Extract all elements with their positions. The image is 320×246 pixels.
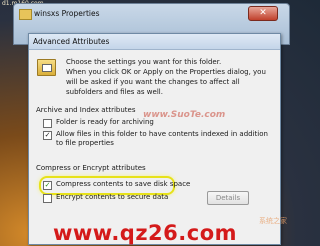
encrypt-checkbox[interactable] [43, 194, 52, 203]
compress-checkbox[interactable]: ✓ [43, 181, 52, 190]
folder-properties-icon [37, 59, 56, 76]
footer-url: www.qz26.com [52, 221, 238, 245]
advanced-attributes-dialog: Advanced Attributes Choose the settings … [28, 33, 281, 245]
checkbox-label: Folder is ready for archiving [56, 118, 154, 126]
compress-group-label: Compress or Encrypt attributes [36, 164, 146, 172]
window-title: winsxs Properties [34, 9, 100, 18]
archive-checkbox[interactable] [43, 119, 52, 128]
archive-group-label: Archive and Index attributes [36, 106, 136, 114]
details-button[interactable]: Details [207, 191, 249, 205]
intro-line: Choose the settings you want for this fo… [66, 58, 222, 66]
intro-line: When you click OK or Apply on the Proper… [66, 68, 266, 96]
watermark: www.SuoTe.com [143, 110, 226, 120]
encrypt-checkbox-row[interactable]: Encrypt contents to secure data [43, 193, 168, 203]
compress-checkbox-row[interactable]: ✓ Compress contents to save disk space [43, 180, 190, 190]
checkbox-label: Allow files in this folder to have conte… [56, 130, 268, 147]
index-checkbox[interactable]: ✓ [43, 131, 52, 140]
dialog-titlebar: Advanced Attributes [29, 34, 280, 50]
archive-checkbox-row[interactable]: Folder is ready for archiving [43, 118, 154, 128]
close-button[interactable]: ✕ [248, 6, 278, 21]
checkbox-label: Compress contents to save disk space [56, 180, 191, 188]
dialog-title: Advanced Attributes [33, 37, 110, 46]
index-checkbox-row[interactable]: ✓ Allow files in this folder to have con… [43, 130, 268, 148]
dialog-intro-text: Choose the settings you want for this fo… [66, 57, 274, 97]
folder-icon [19, 9, 32, 20]
checkbox-label: Encrypt contents to secure data [56, 193, 169, 201]
